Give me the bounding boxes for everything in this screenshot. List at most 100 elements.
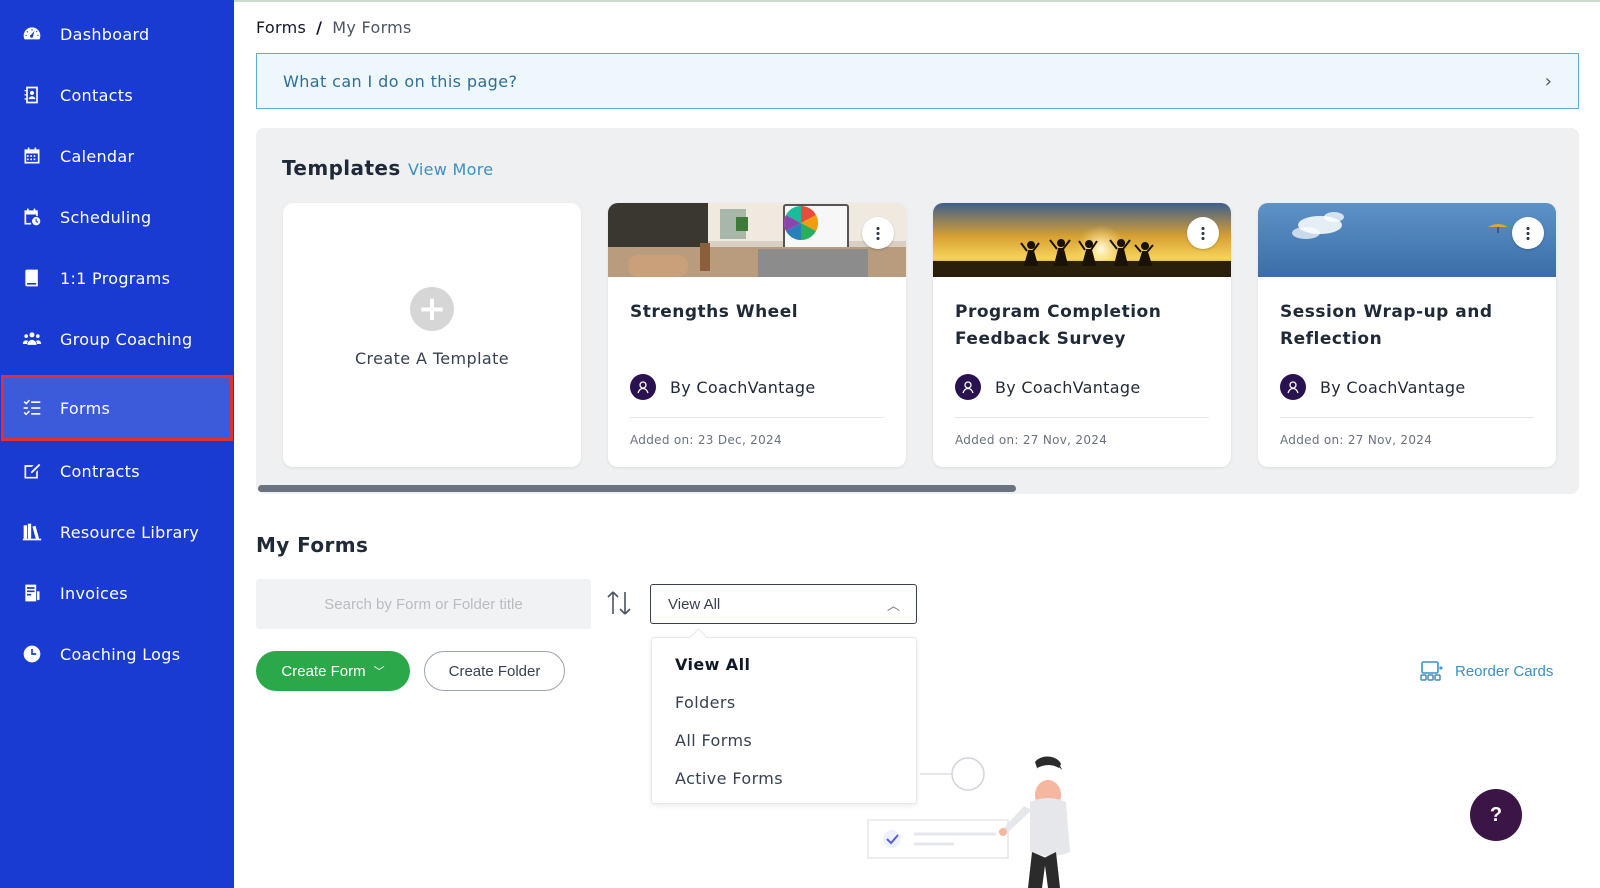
card-divider — [955, 417, 1209, 418]
chevron-up-icon: ︿ — [886, 597, 900, 613]
sidebar-item-scheduling[interactable]: Scheduling — [0, 188, 234, 246]
calendar-icon — [21, 145, 43, 167]
group-icon — [21, 328, 43, 350]
sidebar-item-label: Group Coaching — [60, 329, 193, 349]
view-more-link[interactable]: View More — [408, 160, 493, 179]
template-date: Added on: 27 Nov, 2024 — [955, 433, 1108, 447]
template-title: Strengths Wheel — [630, 302, 799, 322]
create-form-button[interactable]: Create Form ﹀ — [256, 651, 410, 691]
templates-title: Templates — [282, 156, 401, 180]
sidebar-item-programs[interactable]: 1:1 Programs — [0, 249, 234, 307]
app-root: Dashboard Contacts Calendar Scheduling 1… — [0, 0, 1600, 888]
sidebar-item-label: Coaching Logs — [60, 644, 181, 664]
my-forms-title: My Forms — [256, 533, 369, 557]
card-divider — [630, 417, 884, 418]
template-card[interactable]: Strengths Wheel By CoachVantage Added on… — [608, 203, 906, 467]
sidebar-item-label: Dashboard — [60, 24, 150, 44]
plus-icon: + — [410, 286, 454, 331]
clock-icon — [21, 643, 43, 665]
kebab-icon — [876, 226, 880, 240]
sidebar-item-resource-library[interactable]: Resource Library — [0, 503, 234, 561]
template-author-name: By CoachVantage — [1320, 377, 1466, 397]
template-menu-button[interactable] — [1187, 217, 1219, 249]
template-author: By CoachVantage — [955, 374, 1140, 400]
template-author-name: By CoachVantage — [670, 377, 816, 397]
template-date: Added on: 27 Nov, 2024 — [1280, 433, 1433, 447]
sidebar-item-calendar[interactable]: Calendar — [0, 127, 234, 185]
sidebar-item-invoices[interactable]: Invoices — [0, 564, 234, 622]
breadcrumb-current: My Forms — [332, 18, 412, 37]
filter-option-view-all[interactable]: View All — [675, 655, 750, 674]
sidebar-item-dashboard[interactable]: Dashboard — [0, 5, 234, 63]
template-card[interactable]: Session Wrap-up and Reflection By CoachV… — [1258, 203, 1556, 467]
sidebar-item-label: Forms — [60, 398, 111, 418]
kebab-icon — [1201, 226, 1205, 240]
top-divider — [234, 0, 1600, 2]
coachvantage-avatar — [630, 374, 656, 400]
template-thumbnail — [1258, 203, 1556, 277]
template-author: By CoachVantage — [630, 374, 815, 400]
sidebar-item-group-coaching[interactable]: Group Coaching — [0, 310, 234, 368]
coachvantage-avatar — [955, 374, 981, 400]
template-card[interactable]: Program Completion Feedback Survey By Co… — [933, 203, 1231, 467]
create-template-card[interactable]: + Create A Template — [283, 203, 581, 467]
sort-icon[interactable] — [605, 588, 633, 618]
template-title: Session Wrap-up and Reflection — [1280, 302, 1493, 349]
empty-state-illustration — [867, 756, 1070, 888]
template-thumbnail — [608, 203, 906, 277]
sidebar-item-label: 1:1 Programs — [60, 268, 171, 288]
invoice-icon — [21, 582, 43, 604]
filter-select[interactable]: View All ︿ — [650, 584, 917, 624]
help-fab-button[interactable]: ? — [1470, 789, 1522, 841]
reorder-icon — [1420, 661, 1443, 681]
template-menu-button[interactable] — [1512, 217, 1544, 249]
template-author: By CoachVantage — [1280, 374, 1465, 400]
dashboard-icon — [21, 23, 43, 45]
template-thumbnail — [933, 203, 1231, 277]
sidebar-item-label: Contracts — [60, 461, 140, 481]
forms-icon — [21, 397, 43, 419]
create-form-label: Create Form — [281, 662, 366, 680]
breadcrumb: Forms / My Forms — [256, 18, 412, 37]
template-menu-button[interactable] — [862, 217, 894, 249]
filter-select-value: View All — [668, 595, 721, 613]
sidebar-item-label: Resource Library — [60, 522, 200, 542]
reorder-cards-label: Reorder Cards — [1455, 662, 1554, 680]
sidebar: Dashboard Contacts Calendar Scheduling 1… — [0, 0, 234, 888]
library-icon — [21, 521, 43, 543]
filter-option-active-forms[interactable]: Active Forms — [675, 769, 783, 788]
sidebar-item-coaching-logs[interactable]: Coaching Logs — [0, 625, 234, 683]
contacts-icon — [21, 84, 43, 106]
template-author-name: By CoachVantage — [995, 377, 1141, 397]
sidebar-item-forms[interactable]: Forms — [1, 375, 233, 441]
sidebar-item-label: Contacts — [60, 85, 133, 105]
templates-panel: Templates View More + Create A Template — [256, 128, 1579, 494]
book-icon — [21, 267, 43, 289]
reorder-cards-button[interactable]: Reorder Cards — [1419, 660, 1553, 682]
chevron-down-icon: ﹀ — [373, 666, 385, 678]
sunset-people-image — [933, 203, 1231, 277]
blue-sky-image — [1258, 203, 1556, 277]
card-divider — [1280, 417, 1534, 418]
template-title: Program Completion Feedback Survey — [955, 302, 1162, 349]
breadcrumb-forms-link[interactable]: Forms — [256, 18, 306, 37]
help-banner[interactable]: What can I do on this page? › — [256, 53, 1579, 109]
scheduling-icon — [21, 206, 43, 228]
filter-option-all-forms[interactable]: All Forms — [675, 731, 752, 750]
sidebar-item-label: Calendar — [60, 146, 135, 166]
kebab-icon — [1526, 226, 1530, 240]
chevron-right-icon: › — [1544, 70, 1552, 92]
breadcrumb-separator: / — [316, 18, 323, 37]
help-banner-text: What can I do on this page? — [283, 71, 518, 91]
sidebar-item-contacts[interactable]: Contacts — [0, 66, 234, 124]
sidebar-item-contracts[interactable]: Contracts — [0, 442, 234, 500]
create-folder-button[interactable]: Create Folder — [424, 651, 565, 691]
filter-option-folders[interactable]: Folders — [675, 693, 736, 712]
templates-scrollbar[interactable] — [258, 485, 1016, 492]
desk-laptop-image — [608, 203, 906, 277]
sidebar-item-label: Invoices — [60, 583, 128, 603]
search-input[interactable] — [256, 579, 591, 629]
template-date: Added on: 23 Dec, 2024 — [630, 433, 782, 447]
coachvantage-avatar — [1280, 374, 1306, 400]
contract-icon — [21, 460, 43, 482]
